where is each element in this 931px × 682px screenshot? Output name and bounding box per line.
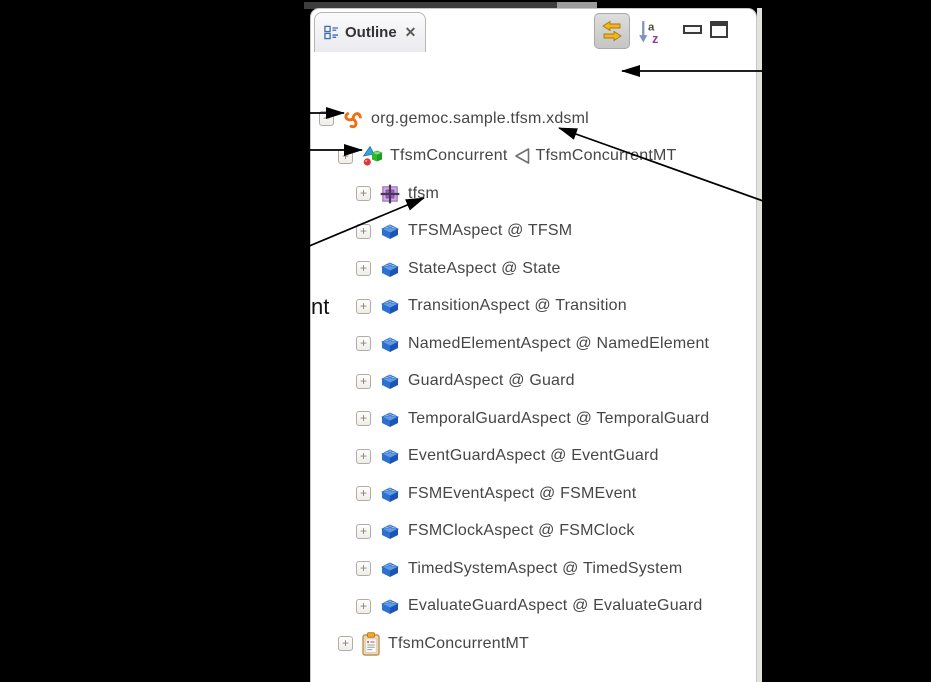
expand-handle[interactable]: + <box>356 486 371 501</box>
aspect-brick-icon <box>379 258 401 280</box>
aspect-brick-icon <box>379 295 401 317</box>
tree-row-aspect[interactable]: + TransitionAspect @ Transition <box>311 288 756 325</box>
link-with-editor-button[interactable] <box>594 13 630 49</box>
tree-row-label: EvaluateGuardAspect @ EvaluateGuard <box>408 597 703 615</box>
tree-row-label: GuardAspect @ Guard <box>408 372 575 390</box>
panel-right-border <box>757 8 762 682</box>
tab-outline[interactable]: Outline ✕ <box>314 12 426 52</box>
expand-handle[interactable]: + <box>356 599 371 614</box>
tree-row-label: TfsmConcurrentMT <box>388 635 529 653</box>
expand-handle[interactable]: + <box>356 261 371 276</box>
aspect-brick-icon <box>379 370 401 392</box>
aspect-brick-icon <box>379 333 401 355</box>
tree-row-aspect[interactable]: + GuardAspect @ Guard <box>311 363 756 400</box>
expand-handle[interactable]: + <box>356 561 371 576</box>
expand-handle[interactable]: + <box>356 411 371 426</box>
aspect-brick-icon <box>379 220 401 242</box>
tree-row-xdsml[interactable]: − org.gemoc.sample.tfsm.xdsml <box>311 100 756 137</box>
model-icon <box>361 145 383 167</box>
tree-row-label-2: TfsmConcurrentMT <box>536 147 677 165</box>
link-with-editor-icon <box>601 20 623 42</box>
gemoc-triskelion-icon <box>342 108 364 130</box>
tree-row-aspect[interactable]: + EvaluateGuardAspect @ EvaluateGuard <box>311 588 756 625</box>
expand-handle[interactable]: + <box>356 449 371 464</box>
close-icon[interactable]: ✕ <box>405 24 417 41</box>
clipboard-icon <box>361 632 381 656</box>
aspect-brick-icon <box>379 595 401 617</box>
generalization-arrow-icon <box>514 147 530 165</box>
figure-canvas: Outline ✕ − org.gemoc.sample.tfsm.xdsml … <box>0 0 931 682</box>
tree-row-label: NamedElementAspect @ NamedElement <box>408 335 709 353</box>
aspect-brick-icon <box>379 445 401 467</box>
tree-row-aspect[interactable]: + TemporalGuardAspect @ TemporalGuard <box>311 400 756 437</box>
aspect-brick-icon <box>379 520 401 542</box>
tree-row-aspect[interactable]: + NamedElementAspect @ NamedElement <box>311 325 756 362</box>
tree-row-aspect[interactable]: + FSMEventAspect @ FSMEvent <box>311 475 756 512</box>
sort-az-icon <box>636 18 663 45</box>
clipped-background-text: nt <box>311 294 329 320</box>
tree-row-label: tfsm <box>408 185 439 203</box>
tree-row-tfsm[interactable]: + tfsm <box>311 175 756 212</box>
outline-view-icon <box>324 25 339 40</box>
expand-handle[interactable]: + <box>356 524 371 539</box>
maximize-button[interactable] <box>710 21 728 38</box>
expand-handle[interactable]: + <box>356 224 371 239</box>
tree-row-label: TimedSystemAspect @ TimedSystem <box>408 560 682 578</box>
tree-row-aspect[interactable]: + StateAspect @ State <box>311 250 756 287</box>
collapse-handle[interactable]: − <box>319 111 334 126</box>
tree-row-label: TFSMAspect @ TFSM <box>408 222 572 240</box>
expand-handle[interactable]: + <box>356 374 371 389</box>
tree-row-aspect[interactable]: + EventGuardAspect @ EventGuard <box>311 438 756 475</box>
tree-row-label: EventGuardAspect @ EventGuard <box>408 447 659 465</box>
tree-row-label: org.gemoc.sample.tfsm.xdsml <box>371 110 589 128</box>
aspect-brick-icon <box>379 483 401 505</box>
expand-handle[interactable]: + <box>338 149 353 164</box>
aspect-brick-icon <box>379 558 401 580</box>
epackage-icon <box>379 183 401 205</box>
tree-row-label: TfsmConcurrent <box>390 147 508 165</box>
tree-row-label: TransitionAspect @ Transition <box>408 297 627 315</box>
aspect-brick-icon <box>379 408 401 430</box>
expand-handle[interactable]: + <box>356 299 371 314</box>
expand-handle[interactable]: + <box>356 186 371 201</box>
tree-row-aspect[interactable]: + TimedSystemAspect @ TimedSystem <box>311 550 756 587</box>
tree-row-tfsmconcurrentmt[interactable]: + TfsmConcurrentMT <box>311 625 756 662</box>
expand-handle[interactable]: + <box>338 636 353 651</box>
outline-tree: − org.gemoc.sample.tfsm.xdsml + TfsmConc… <box>311 55 756 682</box>
tree-row-label: FSMEventAspect @ FSMEvent <box>408 485 636 503</box>
tree-row-aspect[interactable]: + FSMClockAspect @ FSMClock <box>311 513 756 550</box>
tree-row-aspect[interactable]: + TFSMAspect @ TFSM <box>311 213 756 250</box>
tree-row-label: StateAspect @ State <box>408 260 561 278</box>
tree-row-label: FSMClockAspect @ FSMClock <box>408 522 635 540</box>
outline-view-panel: Outline ✕ − org.gemoc.sample.tfsm.xdsml … <box>310 8 757 682</box>
minimize-button[interactable] <box>683 25 702 34</box>
tree-row-label: TemporalGuardAspect @ TemporalGuard <box>408 410 709 428</box>
sort-alphabetically-button[interactable] <box>633 16 665 46</box>
tab-title: Outline <box>345 24 397 41</box>
tree-row-tfsmconcurrent[interactable]: + TfsmConcurrent TfsmConcurrentMT <box>311 138 756 175</box>
expand-handle[interactable]: + <box>356 336 371 351</box>
